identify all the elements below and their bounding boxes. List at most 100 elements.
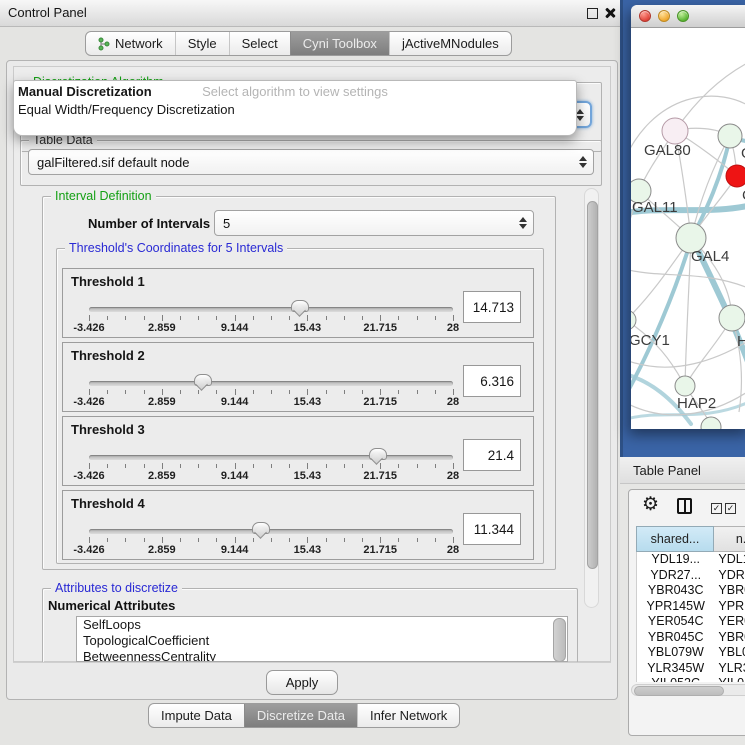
cell[interactable]: YBR045C (637, 630, 714, 646)
cell[interactable]: YBL079W (637, 645, 714, 661)
slider-track[interactable] (89, 381, 453, 386)
slider-thumb[interactable] (194, 374, 212, 386)
table-row[interactable]: YBR043CYBR0 (637, 583, 745, 599)
slider-tick (417, 538, 418, 542)
slider-tick (362, 538, 363, 542)
node-red-selected[interactable] (726, 165, 745, 187)
scrollbar-thumb[interactable] (634, 686, 724, 696)
tab-select[interactable]: Select (229, 32, 290, 55)
numerical-attributes-list[interactable]: SelfLoops TopologicalCoefficient Between… (76, 616, 568, 662)
cell[interactable]: YLR345W (637, 661, 714, 677)
table-row[interactable]: YPR145WYPR1 (637, 599, 745, 615)
gear-icon[interactable]: ⚙ (642, 494, 659, 516)
column-header-name[interactable]: n... (714, 526, 745, 552)
cell[interactable]: YER0 (714, 614, 745, 630)
cell[interactable]: YIL0 (714, 676, 745, 682)
cell[interactable]: YDR2 (714, 568, 745, 584)
threshold-value-field[interactable]: 21.4 (463, 439, 521, 471)
table-row[interactable]: YDL19...YDL1 (637, 552, 745, 568)
tab-cyni-toolbox[interactable]: Cyni Toolbox (290, 32, 389, 55)
float-window-icon[interactable] (587, 8, 598, 19)
slider-thumb[interactable] (369, 448, 387, 460)
network-canvas[interactable]: GAL80 GA C GAL11 GAL4 GCY1 H HAP2 (631, 28, 745, 429)
combo-stepper-icon (576, 103, 584, 126)
list-item[interactable]: TopologicalCoefficient (77, 633, 567, 649)
slider-tick (380, 389, 381, 395)
zoom-traffic-light-icon[interactable] (677, 10, 689, 22)
table-row[interactable]: YER054CYER0 (637, 614, 745, 630)
threshold-slider[interactable]: -3.4262.8599.14415.4321.71528 (89, 527, 453, 557)
cell[interactable]: YBR0 (714, 583, 745, 599)
threshold-slider[interactable]: -3.4262.8599.14415.4321.71528 (89, 305, 453, 335)
num-intervals-label: Number of Intervals (88, 216, 210, 231)
split-columns-icon[interactable] (677, 498, 692, 514)
table-row[interactable]: YBL079WYBL0 (637, 645, 745, 661)
threshold-value-field[interactable]: 14.713 (463, 291, 521, 323)
network-window-titlebar[interactable] (631, 5, 745, 28)
cell[interactable]: YBL0 (714, 645, 745, 661)
tab-infer-network[interactable]: Infer Network (357, 704, 459, 727)
slider-tick (417, 316, 418, 320)
tab-style[interactable]: Style (175, 32, 229, 55)
cell[interactable]: YIL052C (637, 676, 714, 682)
slider-track[interactable] (89, 529, 453, 534)
list-item[interactable]: SelfLoops (77, 617, 567, 633)
minimize-traffic-light-icon[interactable] (658, 10, 670, 22)
table-data-combobox[interactable]: galFiltered.sif default node (28, 149, 594, 175)
node-gal80[interactable] (662, 118, 688, 144)
cell[interactable]: YDL1 (714, 552, 745, 568)
list-item[interactable]: BetweennessCentrality (77, 649, 567, 662)
threshold-slider[interactable]: -3.4262.8599.14415.4321.71528 (89, 379, 453, 409)
panel-scrollbar[interactable] (584, 188, 599, 608)
threshold-slider[interactable]: -3.4262.8599.14415.4321.71528 (89, 453, 453, 483)
tab-jactivemnodules[interactable]: jActiveMNodules (389, 32, 511, 55)
cell[interactable]: YPR1 (714, 599, 745, 615)
close-icon[interactable] (604, 7, 616, 19)
threshold-value-field[interactable]: 11.344 (463, 513, 521, 545)
node-ga[interactable] (718, 124, 742, 148)
slider-tick (107, 464, 108, 468)
list-scrollbar[interactable] (553, 618, 566, 662)
cell[interactable]: YPR145W (637, 599, 714, 615)
dropdown-option-equal-width[interactable]: Equal Width/Frequency Discretization (14, 101, 576, 119)
node-hap2[interactable] (675, 376, 695, 396)
close-traffic-light-icon[interactable] (639, 10, 651, 22)
slider-thumb[interactable] (291, 300, 309, 312)
slider-thumb[interactable] (252, 522, 270, 534)
cell[interactable]: YDR27... (637, 568, 714, 584)
slider-track[interactable] (89, 307, 453, 312)
cell[interactable]: YER054C (637, 614, 714, 630)
table-row[interactable]: YBR045CYBR0 (637, 630, 745, 646)
cell[interactable]: YLR3 (714, 661, 745, 677)
threshold-value-field[interactable]: 6.316 (463, 365, 521, 397)
slider-tick (435, 538, 436, 542)
tab-discretize-data[interactable]: Discretize Data (244, 704, 357, 727)
checkbox-icon[interactable]: ✓ (711, 503, 722, 514)
slider-tick (216, 538, 217, 542)
tab-impute-data[interactable]: Impute Data (149, 704, 244, 727)
node-partial[interactable] (701, 417, 721, 429)
column-header-shared-name[interactable]: shared... (636, 526, 714, 552)
table-row[interactable]: YIL052CYIL0 (637, 676, 745, 682)
node-h[interactable] (719, 305, 745, 331)
cell[interactable]: YBR0 (714, 630, 745, 646)
network-view-window[interactable]: GAL80 GA C GAL11 GAL4 GCY1 H HAP2 (631, 5, 745, 429)
slider-track[interactable] (89, 455, 453, 460)
table-hscrollbar[interactable] (631, 684, 745, 696)
slider-tick (289, 538, 290, 542)
slider-tick (253, 538, 254, 542)
slider-tick (125, 538, 126, 542)
cell[interactable]: YBR043C (637, 583, 714, 599)
tab-label: Infer Network (370, 708, 447, 723)
apply-button[interactable]: Apply (266, 670, 338, 695)
cell[interactable]: YDL19... (637, 552, 714, 568)
algorithm-dropdown-popup: Select algorithm to view settings Manual… (13, 80, 577, 136)
num-intervals-combobox[interactable]: 5 (214, 210, 534, 236)
scrollbar-thumb[interactable] (587, 201, 598, 569)
tab-network[interactable]: Network (86, 32, 175, 55)
checkbox-icon[interactable]: ✓ (725, 503, 736, 514)
table-row[interactable]: YLR345WYLR3 (637, 661, 745, 677)
slider-scale-label: 21.715 (363, 470, 397, 482)
table-row[interactable]: YDR27...YDR2 (637, 568, 745, 584)
slider-tick (289, 464, 290, 468)
